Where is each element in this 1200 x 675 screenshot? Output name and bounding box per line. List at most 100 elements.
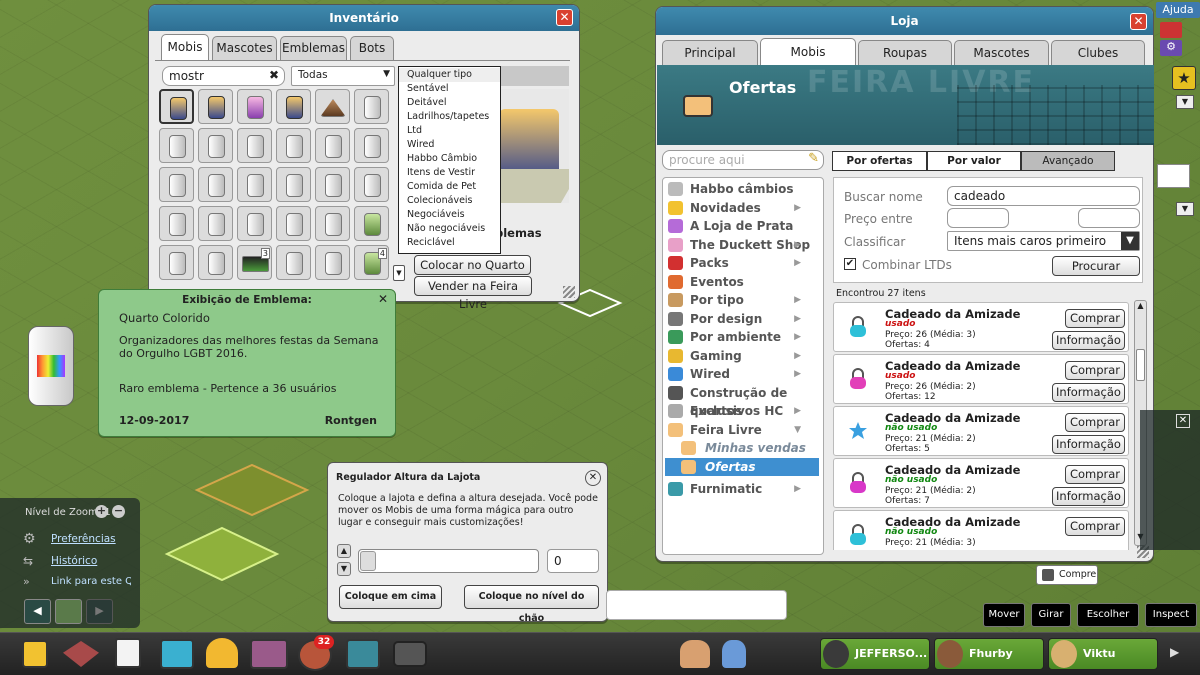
- tab-principal[interactable]: Principal: [662, 40, 758, 65]
- inventory-icon[interactable]: [250, 639, 288, 669]
- rainbow-badge-furni[interactable]: [28, 326, 74, 406]
- floor-tile-footprints[interactable]: [164, 526, 280, 582]
- inventory-item[interactable]: [315, 128, 350, 163]
- chevron-down-icon[interactable]: ▼: [383, 69, 390, 79]
- place-on-top-button[interactable]: Coloque em cima: [339, 585, 442, 609]
- category-item[interactable]: Feira Livre ▼: [663, 421, 823, 440]
- quests-icon[interactable]: [115, 638, 141, 668]
- inventory-item[interactable]: [276, 89, 311, 124]
- inspect-button[interactable]: Inspect: [1145, 603, 1197, 627]
- inventory-item[interactable]: [354, 167, 389, 202]
- inventory-titlebar[interactable]: Inventário ✕: [149, 5, 579, 31]
- inventory-item[interactable]: [159, 89, 194, 124]
- category-item[interactable]: Packs ▶: [663, 254, 823, 273]
- info-button[interactable]: Informação: [1052, 331, 1125, 350]
- tab-clubes[interactable]: Clubes: [1051, 40, 1145, 65]
- slider-thumb[interactable]: [360, 551, 376, 571]
- camera-room-icon[interactable]: [346, 639, 380, 669]
- filter-option[interactable]: Colecionáveis: [399, 194, 500, 208]
- category-item[interactable]: Wired ▶: [663, 365, 823, 384]
- inventory-item[interactable]: [237, 167, 272, 202]
- scroll-up-icon[interactable]: ▲: [1135, 301, 1146, 314]
- category-item[interactable]: Habbo câmbios: [663, 180, 823, 199]
- nav-forward-button[interactable]: ▶: [86, 599, 113, 624]
- room-info-dropdown[interactable]: ▼: [1176, 95, 1194, 109]
- friend-card[interactable]: JEFFERSO...: [820, 638, 930, 670]
- tab-emblemas[interactable]: Emblemas: [280, 36, 347, 60]
- inventory-item[interactable]: [315, 245, 350, 280]
- logout-icon[interactable]: [1160, 22, 1182, 38]
- filter-option[interactable]: Negociáveis: [399, 208, 500, 222]
- inventory-item[interactable]: [276, 128, 311, 163]
- close-icon[interactable]: ✕: [585, 470, 601, 486]
- nav-back-button[interactable]: ◀: [24, 599, 51, 624]
- category-item[interactable]: Novidades ▶: [663, 199, 823, 218]
- price-max-input[interactable]: [1078, 208, 1140, 228]
- inventory-item[interactable]: [159, 128, 194, 163]
- move-button[interactable]: Mover: [983, 603, 1025, 627]
- category-item[interactable]: Por design ▶: [663, 310, 823, 329]
- category-item[interactable]: Por ambiente ▶: [663, 328, 823, 347]
- inventory-item[interactable]: [198, 206, 233, 241]
- buy-button[interactable]: Comprar: [1065, 361, 1125, 380]
- filter-option[interactable]: Qualquer tipo: [399, 68, 500, 82]
- tab-roupas[interactable]: Roupas: [858, 40, 952, 65]
- inventory-item[interactable]: [198, 245, 233, 280]
- menu-scrollbar[interactable]: ▼: [393, 265, 405, 281]
- friend-card[interactable]: Fhurby: [934, 638, 1044, 670]
- offer-item[interactable]: Cadeado da Amizade não usado Preço: 21 (…: [833, 510, 1129, 550]
- inventory-item[interactable]: [198, 89, 233, 124]
- inventory-item[interactable]: [159, 206, 194, 241]
- place-floor-level-button[interactable]: Coloque no nível do chão: [464, 585, 599, 624]
- inventory-item[interactable]: [276, 206, 311, 241]
- category-item[interactable]: Furnimatic ▶: [663, 480, 823, 499]
- filter-option[interactable]: Reciclável: [399, 236, 500, 250]
- inventory-item[interactable]: [354, 206, 389, 241]
- search-button[interactable]: Procurar: [1052, 256, 1140, 276]
- friends-icon[interactable]: [680, 640, 710, 668]
- filter-option[interactable]: Deitável: [399, 96, 500, 110]
- filter-option[interactable]: Ltd: [399, 124, 500, 138]
- zoom-in-icon[interactable]: +: [95, 505, 108, 518]
- inventory-item[interactable]: [159, 245, 194, 280]
- offer-item[interactable]: Cadeado da Amizade usado Preço: 26 (Médi…: [833, 302, 1129, 352]
- inventory-item[interactable]: [237, 206, 272, 241]
- inventory-item[interactable]: [276, 167, 311, 202]
- buy-furni-popup[interactable]: Compre: [1036, 565, 1098, 585]
- info-button[interactable]: Informação: [1052, 435, 1125, 454]
- help-button[interactable]: Ajuda: [1156, 2, 1200, 18]
- friend-card[interactable]: Viktu: [1048, 638, 1158, 670]
- history-link[interactable]: Histórico: [51, 555, 97, 567]
- preferences-link[interactable]: Preferências: [51, 533, 116, 545]
- category-item[interactable]: A Loja de Prata: [663, 217, 823, 236]
- category-item[interactable]: Construção de quartos: [663, 384, 823, 418]
- tab-mobis[interactable]: Mobis: [760, 38, 856, 66]
- sell-marketplace-button[interactable]: Vender na Feira Livre: [414, 276, 532, 311]
- buy-button[interactable]: Comprar: [1065, 309, 1125, 328]
- inventory-item[interactable]: 3: [237, 245, 272, 280]
- inventory-item[interactable]: [354, 89, 389, 124]
- settings-icon[interactable]: ⚙: [1160, 40, 1182, 56]
- inventory-item[interactable]: [276, 245, 311, 280]
- toolbar-collapse-icon[interactable]: ▶: [1170, 645, 1188, 663]
- category-item[interactable]: Exclusivos HC ▶: [663, 402, 823, 421]
- sort-tab-avancado[interactable]: Avançado: [1021, 151, 1115, 171]
- room-link[interactable]: Link para este Qu: [51, 576, 131, 587]
- tab-mobis[interactable]: Mobis: [161, 34, 209, 60]
- inventory-item[interactable]: [315, 89, 350, 124]
- category-item[interactable]: Por tipo ▶: [663, 291, 823, 310]
- filter-option[interactable]: Wired: [399, 138, 500, 152]
- name-input[interactable]: cadeado: [947, 186, 1140, 206]
- inventory-item[interactable]: 4: [354, 245, 389, 280]
- inventory-item[interactable]: [354, 128, 389, 163]
- floor-tile-hh[interactable]: [194, 463, 310, 517]
- sort-tab-valor[interactable]: Por valor: [927, 151, 1021, 171]
- filter-option[interactable]: Itens de Vestir: [399, 166, 500, 180]
- inventory-search-input[interactable]: mostr ✖: [162, 66, 285, 86]
- tab-bots[interactable]: Bots: [350, 36, 394, 60]
- room-thumb-icon[interactable]: [55, 599, 82, 624]
- shop-titlebar[interactable]: Loja ✕: [656, 7, 1153, 35]
- scroll-thumb[interactable]: [1136, 349, 1145, 381]
- category-item[interactable]: Eventos: [663, 273, 823, 292]
- navigator-icon[interactable]: [63, 641, 99, 667]
